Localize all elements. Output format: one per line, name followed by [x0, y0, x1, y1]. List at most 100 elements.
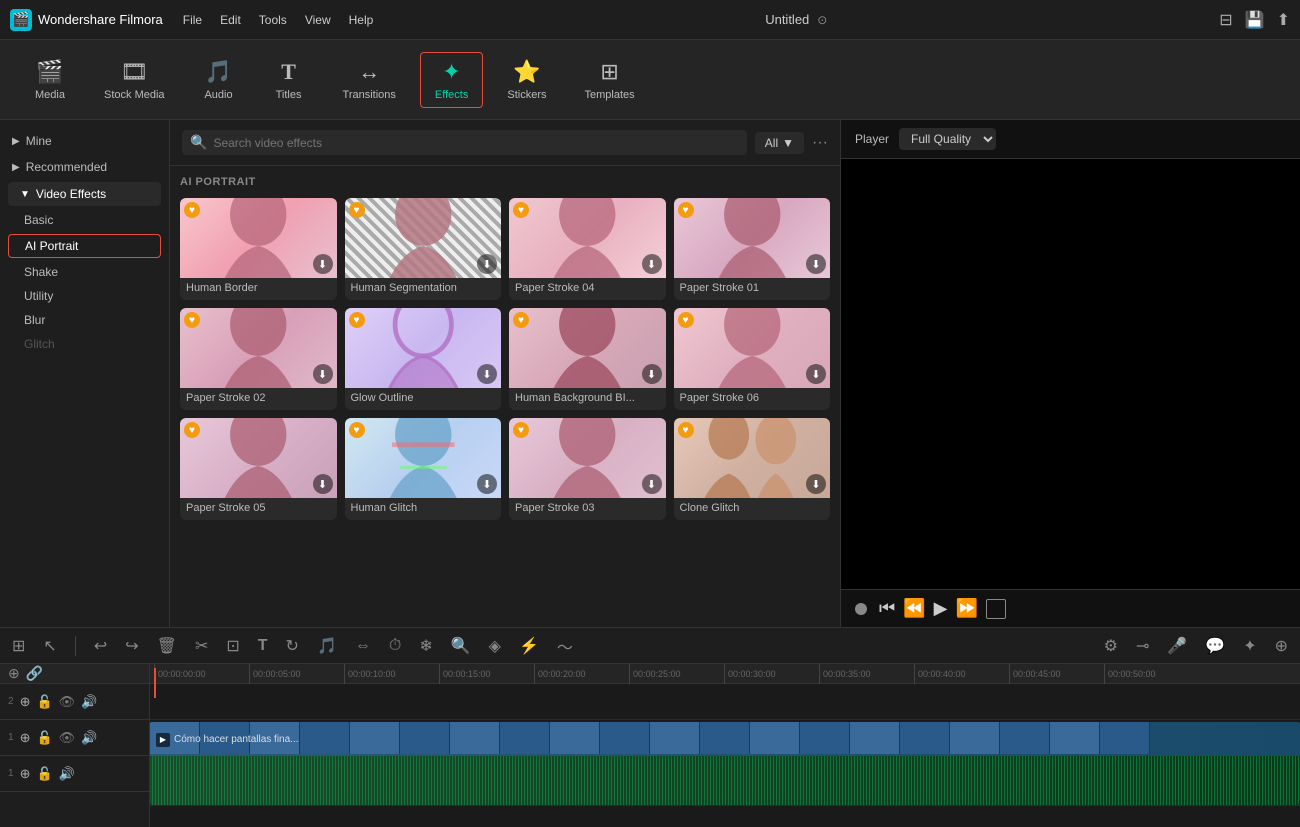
timeline-delete[interactable]: 🗑 — [153, 634, 181, 658]
download-human-border[interactable]: ⬇ — [313, 254, 333, 274]
timeline-speed[interactable]: ⏱ — [385, 635, 405, 657]
track-2-add[interactable]: ⊕ — [20, 694, 31, 710]
timeline-cut-tool[interactable]: ⊞ — [8, 634, 29, 658]
sidebar-item-recommended[interactable]: ▶ Recommended — [0, 154, 169, 180]
menu-tools[interactable]: Tools — [259, 13, 287, 27]
sidebar-item-ai-portrait[interactable]: AI Portrait — [8, 234, 161, 258]
toolbar-media[interactable]: 🎬 Media — [20, 53, 80, 107]
effect-badge-clone: ♥ — [678, 422, 694, 438]
effect-paper05[interactable]: ♥ ⬇ Paper Stroke 05 — [180, 418, 337, 520]
timeline-redo[interactable]: ↪ — [121, 634, 142, 658]
timeline-audio-wave[interactable]: 〜 — [553, 632, 577, 660]
download-glow[interactable]: ⬇ — [477, 364, 497, 384]
step-back-button[interactable]: ⏪ — [903, 598, 925, 619]
track-2-lock[interactable]: 🔓 — [36, 694, 52, 710]
effect-paper02[interactable]: ♥ ⬇ Paper Stroke 02 — [180, 308, 337, 410]
toolbar-stock-media[interactable]: 🎞 Stock Media — [90, 53, 179, 107]
timeline-more[interactable]: ⊕ — [1271, 634, 1292, 658]
download-paper01[interactable]: ⬇ — [806, 254, 826, 274]
export-icon[interactable]: ⬆ — [1277, 10, 1290, 30]
timeline-select-tool[interactable]: ↖ — [39, 634, 60, 658]
timeline-zoom[interactable]: 🔍 — [447, 634, 475, 658]
download-human-seg[interactable]: ⬇ — [477, 254, 497, 274]
project-title[interactable]: Untitled — [765, 12, 809, 27]
track-1-eye[interactable]: 👁 — [59, 730, 76, 746]
timeline-tracks-right[interactable]: 00:00:00:00 00:00:05:00 00:00:10:00 00:0… — [150, 664, 1300, 827]
effect-paper01[interactable]: ♥ ⬇ Paper Stroke 01 — [674, 198, 831, 300]
download-paper06[interactable]: ⬇ — [806, 364, 826, 384]
timeline-effects2[interactable]: ✦ — [1239, 634, 1260, 658]
download-paper03[interactable]: ⬇ — [642, 474, 662, 494]
timeline-rotate[interactable]: ↻ — [282, 634, 303, 658]
menu-edit[interactable]: Edit — [220, 13, 241, 27]
rewind-button[interactable]: ⏮ — [879, 598, 895, 619]
timeline-freeze[interactable]: ❄ — [415, 634, 436, 658]
filter-button[interactable]: All ▼ — [755, 132, 804, 154]
track-1-add[interactable]: ⊕ — [20, 730, 31, 746]
effect-clone-glitch[interactable]: ♥ ⬇ Clone Glitch — [674, 418, 831, 520]
timeline-undo[interactable]: ↩ — [90, 634, 111, 658]
sidebar-item-blur[interactable]: Blur — [0, 308, 169, 332]
sidebar-item-glitch[interactable]: Glitch — [0, 332, 169, 356]
track-1-volume[interactable]: 🔊 — [81, 730, 97, 746]
timeline-captions[interactable]: 💬 — [1201, 634, 1229, 658]
sidebar-item-basic[interactable]: Basic — [0, 208, 169, 232]
audio-track-1-lock[interactable]: 🔓 — [36, 766, 52, 782]
toolbar-titles[interactable]: T Titles — [259, 53, 319, 107]
track-1-lock[interactable]: 🔓 — [36, 730, 52, 746]
timeline-text[interactable]: T — [254, 635, 272, 657]
effect-human-seg[interactable]: ♥ ⬇ Human Segmentation — [345, 198, 502, 300]
toolbar-templates[interactable]: ⊞ Templates — [570, 53, 648, 107]
menu-file[interactable]: File — [183, 13, 202, 27]
player-quality-select[interactable]: Full Quality 1/2 Quality 1/4 Quality — [899, 128, 996, 150]
sidebar-item-video-effects[interactable]: ▼ Video Effects — [8, 182, 161, 206]
timeline-crop[interactable]: ⊡ — [222, 634, 243, 658]
download-paper02[interactable]: ⬇ — [313, 364, 333, 384]
timeline-transform[interactable]: ⇔ — [351, 635, 375, 657]
toolbar-audio[interactable]: 🎵 Audio — [189, 53, 249, 107]
fullscreen-button[interactable] — [986, 599, 1006, 619]
audio-track-1-volume[interactable]: 🔊 — [59, 766, 75, 782]
sidebar-item-utility[interactable]: Utility — [0, 284, 169, 308]
toolbar-effects[interactable]: ✦ Effects — [420, 52, 483, 108]
add-track-icon[interactable]: ⊕ — [8, 665, 20, 682]
track-2-eye[interactable]: 👁 — [59, 694, 76, 710]
track-2-volume[interactable]: 🔊 — [81, 694, 97, 710]
download-hglitch[interactable]: ⬇ — [477, 474, 497, 494]
download-hbg[interactable]: ⬇ — [642, 364, 662, 384]
sidebar-item-shake[interactable]: Shake — [0, 260, 169, 284]
menu-view[interactable]: View — [305, 13, 331, 27]
audio-track-1-add[interactable]: ⊕ — [20, 766, 31, 782]
search-box[interactable]: 🔍 — [182, 130, 747, 155]
effect-paper06[interactable]: ♥ ⬇ Paper Stroke 06 — [674, 308, 831, 410]
effect-human-glitch[interactable]: ♥ ⬇ Human Glitch — [345, 418, 502, 520]
toolbar-stickers[interactable]: ⭐ Stickers — [493, 53, 560, 107]
effect-glow[interactable]: ♥ ⬇ Glow Outline — [345, 308, 502, 410]
timeline-adjust[interactable]: ⚡ — [515, 634, 543, 658]
step-forward-button[interactable]: ⏩ — [955, 598, 977, 619]
effect-paper03[interactable]: ♥ ⬇ Paper Stroke 03 — [509, 418, 666, 520]
download-paper04[interactable]: ⬇ — [642, 254, 662, 274]
video-track-1[interactable]: ▶ Cómo hacer pantallas fina... — [150, 722, 1300, 757]
more-options-button[interactable]: ··· — [812, 134, 828, 152]
menu-help[interactable]: Help — [349, 13, 374, 27]
download-clone[interactable]: ⬇ — [806, 474, 826, 494]
timeline-mic[interactable]: 🎤 — [1163, 634, 1191, 658]
effect-paper04[interactable]: ♥ ⬇ Paper Stroke 04 — [509, 198, 666, 300]
sidebar-item-mine[interactable]: ▶ Mine — [0, 128, 169, 154]
timeline-audio-adj[interactable]: 🎵 — [313, 634, 341, 658]
timeline-cut[interactable]: ✂ — [191, 634, 212, 658]
timeline-split[interactable]: ⊸ — [1132, 634, 1153, 658]
link-tracks-icon[interactable]: 🔗 — [26, 665, 43, 682]
effect-human-bg-bi[interactable]: ♥ ⬇ Human Background BI... — [509, 308, 666, 410]
play-button[interactable]: ▶ — [934, 598, 948, 619]
audio-track[interactable] — [150, 756, 1300, 805]
window-icon[interactable]: ⊟ — [1219, 10, 1232, 30]
cloud-icon[interactable]: 💾 — [1245, 10, 1265, 30]
effect-human-border[interactable]: ♥ ⬇ Human Border — [180, 198, 337, 300]
toolbar-transitions[interactable]: ↔ Transitions — [329, 53, 410, 107]
download-paper05[interactable]: ⬇ — [313, 474, 333, 494]
timeline-color[interactable]: ◈ — [485, 634, 505, 658]
timeline-settings[interactable]: ⚙ — [1100, 634, 1122, 658]
search-input[interactable] — [213, 136, 738, 150]
